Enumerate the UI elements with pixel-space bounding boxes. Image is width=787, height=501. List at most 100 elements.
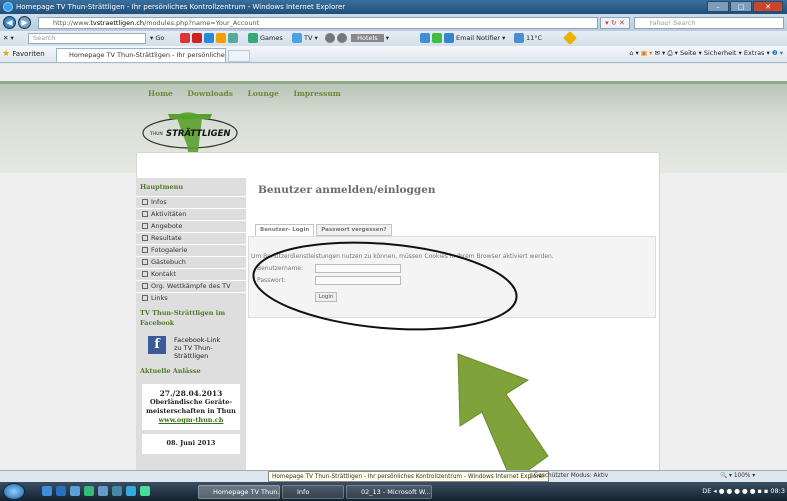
zoom-control[interactable]: 🔍 ▾ 100% ▾	[720, 471, 755, 482]
expand-icon	[142, 211, 148, 217]
window-title-bar: Homepage TV Thun-Strättligen - Ihr persö…	[0, 0, 787, 14]
security-menu[interactable]: Sicherheit	[704, 49, 737, 57]
toolbar-weather[interactable]: 11°C	[514, 33, 542, 44]
start-button[interactable]	[3, 483, 25, 500]
sidebar-item-angebote[interactable]: Angebote	[136, 220, 246, 232]
clock[interactable]: 08:3	[770, 487, 785, 495]
nav-home[interactable]: Home	[148, 89, 173, 98]
toolbar-hotels[interactable]: Hotels ▾	[325, 33, 389, 44]
favorites-label: Favoriten	[12, 50, 45, 58]
favorites-bar: ★ Favoriten Homepage TV Thun-Strättligen…	[0, 46, 787, 63]
nav-impressum[interactable]: Impressum	[293, 89, 340, 98]
sidebar-item-aktivitaeten[interactable]: Aktivitäten	[136, 208, 246, 220]
toolbar-search-input[interactable]: Search	[28, 33, 146, 44]
minimize-button[interactable]: –	[707, 1, 729, 12]
sidebar-item-infos[interactable]: Infos	[136, 196, 246, 208]
sidebar-item-kontakt[interactable]: Kontakt	[136, 268, 246, 280]
expand-icon	[142, 235, 148, 241]
sidebar-item-label: Links	[151, 294, 168, 302]
status-tooltip: Homepage TV Thun-Strättligen - Ihr persö…	[268, 471, 549, 482]
sidebar-heading: Hauptmenu	[140, 183, 184, 191]
print-icon[interactable]: ⎙ ▾	[667, 49, 680, 57]
toolbar-close-icon[interactable]: ✕ ▾	[3, 33, 14, 44]
expand-icon	[142, 283, 148, 289]
password-field[interactable]	[315, 276, 401, 285]
mail-icon[interactable]: ✉ ▾	[654, 49, 665, 57]
logo-straettligen-text: STRÄTTLIGEN	[166, 128, 231, 139]
tab-passwort-vergessen[interactable]: Passwort vergessen?	[316, 224, 392, 236]
site-logo[interactable]: THUN STRÄTTLIGEN	[140, 108, 248, 158]
quicklaunch-icon[interactable]	[84, 486, 94, 496]
maximize-button[interactable]: □	[730, 1, 752, 12]
facebook-line2: zu TV Thun-Strättligen	[174, 344, 213, 360]
password-label: Passwort:	[257, 277, 286, 284]
email-notifier-label: Email Notifier	[456, 34, 501, 42]
window-title: Homepage TV Thun-Strättligen - Ihr persö…	[16, 3, 346, 11]
toolbar-email-notifier[interactable]: Email Notifier ▾	[420, 33, 505, 44]
login-panel: Um Benutzerdienstleistungen nutzen zu kö…	[248, 236, 656, 318]
favorites-button[interactable]: ★ Favoriten	[2, 49, 45, 59]
page-menu[interactable]: Seite	[680, 49, 696, 57]
login-button[interactable]: Login	[315, 292, 337, 302]
quicklaunch-icon[interactable]	[140, 486, 150, 496]
refresh-stop-buttons[interactable]: ▾ ↻ ✕	[600, 17, 630, 29]
toolbar-games[interactable]: Games	[248, 33, 283, 44]
task-info[interactable]: Info	[282, 485, 344, 499]
close-button[interactable]: ✕	[753, 1, 783, 12]
sidebar-item-label: Infos	[151, 198, 167, 206]
hotels-label: Hotels	[351, 34, 384, 42]
quicklaunch-icon[interactable]	[98, 486, 108, 496]
go-label: Go	[155, 34, 165, 42]
tab-benutzer-login[interactable]: Benutzer- Login	[255, 224, 315, 236]
expand-icon	[142, 259, 148, 265]
event-date: 27./28.04.2013	[159, 389, 223, 398]
quicklaunch-icon[interactable]	[56, 486, 66, 496]
help-icon[interactable]: ❷ ▾	[772, 49, 783, 57]
language-indicator[interactable]: DE	[702, 487, 711, 495]
quicklaunch-icon[interactable]	[126, 486, 136, 496]
task-word[interactable]: 02_13 - Microsoft W...	[346, 485, 432, 499]
sidebar-item-wettkaempfe[interactable]: Org. Wettkämpfe des TV	[136, 280, 246, 292]
event2-date: 08. Juni 2013	[166, 439, 216, 447]
sidebar-item-gaestebuch[interactable]: Gästebuch	[136, 256, 246, 268]
internet-explorer-icon	[3, 2, 13, 12]
extras-menu[interactable]: Extras	[744, 49, 765, 57]
new-tab-button[interactable]	[228, 50, 250, 62]
facebook-icon: f	[148, 336, 166, 354]
toolbar-icons[interactable]	[180, 33, 240, 44]
star-icon: ★	[2, 49, 11, 59]
username-field[interactable]	[315, 264, 401, 273]
nav-downloads[interactable]: Downloads	[187, 89, 233, 98]
sidebar-item-links[interactable]: Links	[136, 292, 246, 304]
forward-arrow-icon[interactable]: ▶	[18, 16, 31, 29]
toolbar-extra-icon[interactable]	[562, 30, 578, 46]
nav-lounge[interactable]: Lounge	[248, 89, 279, 98]
sidebar-item-resultate[interactable]: Resultate	[136, 232, 246, 244]
search-toolbar: ✕ ▾ Search ▾ Go Games TV ▾ Hotels ▾ Emai…	[0, 30, 787, 46]
page-title: Benutzer anmelden/einloggen	[258, 184, 436, 196]
sidebar-item-label: Resultate	[151, 234, 182, 242]
url-path: /modules.php?name=Your_Account	[144, 19, 260, 27]
games-label: Games	[260, 34, 283, 42]
toolbar-tv[interactable]: TV ▾	[292, 33, 318, 44]
expand-icon	[142, 271, 148, 277]
sidebar-item-label: Gästebuch	[151, 258, 186, 266]
weather-label: 11°C	[526, 34, 543, 42]
back-arrow-icon[interactable]: ◀	[3, 16, 16, 29]
header-top-line	[0, 81, 787, 84]
quicklaunch-icon[interactable]	[112, 486, 122, 496]
address-bar[interactable]: http://www.tvstraettligen.ch/modules.php…	[38, 17, 598, 29]
event-link[interactable]: www.ogm-thun.ch	[144, 416, 238, 425]
expand-icon	[142, 223, 148, 229]
url-domain: tvstraettligen.ch	[90, 19, 145, 27]
facebook-link[interactable]: f Facebook-Link zu TV Thun-Strättligen	[136, 332, 246, 362]
browser-tab[interactable]: Homepage TV Thun-Strättligen - Ihr persö…	[56, 48, 226, 62]
sidebar-item-fotogalerie[interactable]: Fotogalerie	[136, 244, 246, 256]
quicklaunch-icon[interactable]	[42, 486, 52, 496]
home-icon[interactable]: ⌂ ▾	[629, 49, 638, 57]
task-homepage[interactable]: Homepage TV Thun...	[198, 485, 280, 499]
quicklaunch-icon[interactable]	[70, 486, 80, 496]
yahoo-search-input[interactable]: Yahoo! Search	[634, 17, 784, 29]
toolbar-go-button[interactable]: ▾ Go	[150, 33, 164, 44]
feeds-icon[interactable]: ▣ ▾	[641, 49, 652, 57]
